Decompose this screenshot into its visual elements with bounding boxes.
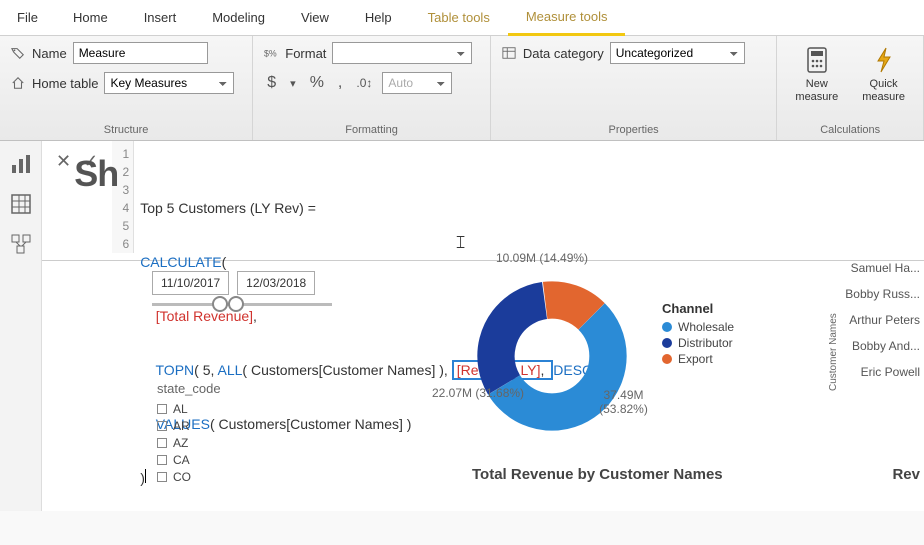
axis-tick: Bobby Russ... — [845, 287, 920, 301]
date-slider[interactable] — [152, 303, 332, 306]
tab-table-tools[interactable]: Table tools — [410, 1, 508, 34]
quick-measure-button[interactable]: Quick measure — [854, 42, 913, 124]
data-category-select[interactable] — [610, 42, 745, 64]
chart-title-right: Rev — [892, 466, 920, 483]
state-item[interactable]: CA — [157, 453, 221, 467]
group-structure: Structure — [10, 124, 242, 140]
data-label-distributor: 22.07M (31.68%) — [432, 386, 524, 400]
tab-help[interactable]: Help — [347, 1, 410, 34]
data-label-wholesale: 37.49M (53.82%) — [595, 388, 652, 417]
state-item[interactable]: CO — [157, 470, 221, 484]
state-item[interactable]: AL — [157, 402, 221, 416]
group-properties: Properties — [501, 124, 767, 140]
name-input[interactable] — [73, 42, 208, 64]
slider-handle-right[interactable] — [228, 296, 244, 312]
category-icon — [501, 45, 517, 61]
chart-title-main: Total Revenue by Customer Names — [472, 466, 723, 483]
slider-handle-left[interactable] — [212, 296, 228, 312]
calculator-icon — [803, 46, 831, 74]
home-table-label: Home table — [32, 76, 98, 91]
file-menu[interactable]: File — [0, 1, 55, 34]
state-item[interactable]: AZ — [157, 436, 221, 450]
home-icon — [10, 75, 26, 91]
decimals-icon: .0↕ — [352, 76, 376, 90]
donut-chart[interactable]: 10.09M (14.49%) 22.07M (31.68%) 37.49M (… — [452, 256, 652, 456]
checkbox-icon[interactable] — [157, 421, 167, 431]
tab-insert[interactable]: Insert — [126, 1, 195, 34]
date-start[interactable]: 11/10/2017 — [152, 271, 229, 295]
axis-tick: Eric Powell — [845, 365, 920, 379]
axis-tick: Bobby And... — [845, 339, 920, 353]
data-view-icon[interactable] — [10, 193, 32, 215]
currency-dropdown[interactable]: ▾ — [286, 77, 300, 90]
new-measure-label: New measure — [795, 78, 838, 103]
date-slicer[interactable]: 11/10/2017 12/03/2018 — [152, 271, 315, 295]
format-label: Format — [285, 46, 326, 61]
date-end[interactable]: 12/03/2018 — [237, 271, 315, 295]
format-icon: $% — [263, 45, 279, 61]
home-table-select[interactable] — [104, 72, 234, 94]
tab-view[interactable]: View — [283, 1, 347, 34]
name-label: Name — [32, 46, 67, 61]
svg-text:$%: $% — [264, 49, 277, 59]
tab-measure-tools[interactable]: Measure tools — [508, 0, 626, 36]
legend-title: Channel — [662, 301, 734, 316]
comma-button[interactable]: , — [334, 74, 346, 92]
tag-icon — [10, 45, 26, 61]
axis-tick: Arthur Peters — [845, 313, 920, 327]
legend-item[interactable]: Export — [662, 352, 734, 366]
report-view-icon[interactable] — [10, 153, 32, 175]
group-formatting: Formatting — [263, 124, 480, 140]
swatch-icon — [662, 322, 672, 332]
decimals-input[interactable] — [382, 72, 452, 94]
swatch-icon — [662, 338, 672, 348]
y-axis-label: Customer Names — [828, 313, 839, 391]
text-cursor-icon: 𝙸 — [454, 233, 467, 251]
lightning-icon — [870, 46, 898, 74]
cancel-formula-icon[interactable]: ✕ — [56, 151, 71, 172]
legend-item[interactable]: Distributor — [662, 336, 734, 350]
background-watermark: Sh — [74, 165, 118, 183]
customer-axis-labels: Samuel Ha... Bobby Russ... Arthur Peters… — [845, 261, 920, 391]
state-slicer[interactable]: state_code AL AR AZ CA CO — [157, 381, 221, 487]
currency-button[interactable]: $ — [263, 74, 280, 92]
state-item[interactable]: AR — [157, 419, 221, 433]
chart-legend: Channel Wholesale Distributor Export — [662, 301, 734, 368]
checkbox-icon[interactable] — [157, 438, 167, 448]
new-measure-button[interactable]: New measure — [787, 42, 846, 124]
swatch-icon — [662, 354, 672, 364]
axis-tick: Samuel Ha... — [845, 261, 920, 275]
checkbox-icon[interactable] — [157, 455, 167, 465]
format-select[interactable] — [332, 42, 472, 64]
state-slicer-title: state_code — [157, 381, 221, 396]
checkbox-icon[interactable] — [157, 472, 167, 482]
formula-bar[interactable]: ✕ ✓ 123456 Sh Top 5 Customers (LY Rev) =… — [42, 141, 924, 261]
quick-measure-label: Quick measure — [862, 78, 905, 103]
data-category-label: Data category — [523, 46, 604, 61]
tab-home[interactable]: Home — [55, 1, 126, 34]
group-calculations: Calculations — [787, 124, 913, 140]
model-view-icon[interactable] — [10, 233, 32, 255]
percent-button[interactable]: % — [306, 74, 328, 92]
legend-item[interactable]: Wholesale — [662, 320, 734, 334]
checkbox-icon[interactable] — [157, 404, 167, 414]
data-label-export: 10.09M (14.49%) — [496, 251, 588, 265]
tab-modeling[interactable]: Modeling — [194, 1, 283, 34]
